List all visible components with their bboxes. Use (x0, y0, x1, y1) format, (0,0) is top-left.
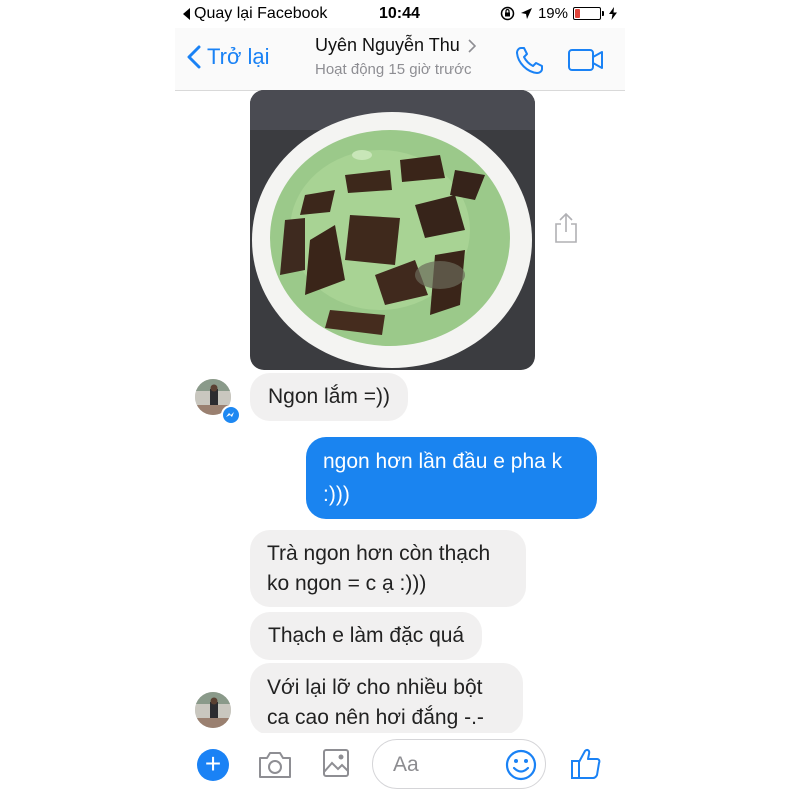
battery-percent: 19% (537, 5, 568, 22)
charging-icon (609, 7, 617, 20)
status-indicators: 19% (500, 5, 617, 22)
message-text-line: ngon hơn lần đầu e pha k (323, 450, 563, 473)
avatar[interactable] (195, 692, 231, 728)
chevron-left-icon (187, 45, 201, 69)
photo-message[interactable] (250, 90, 535, 370)
message-text-line: Trà ngon hơn còn thạch (267, 542, 491, 565)
messenger-screen: Quay lại Facebook 10:44 19% Trở lại Uyên… (175, 0, 625, 800)
message-bubble-incoming[interactable]: Trà ngon hơn còn thạch ko ngon = c ạ :))… (250, 530, 526, 607)
message-text-line: :))) (323, 483, 350, 506)
message-input-placeholder: Aa (393, 753, 419, 776)
back-button[interactable]: Trở lại (187, 44, 270, 70)
gallery-icon[interactable] (322, 748, 350, 778)
back-app-label: Quay lại Facebook (194, 5, 328, 22)
message-bubble-incoming[interactable]: Ngon lắm =)) (250, 373, 408, 421)
thumbs-up-icon[interactable] (570, 747, 602, 781)
location-icon (520, 8, 532, 19)
phone-icon[interactable] (513, 45, 545, 77)
battery-level (575, 9, 580, 18)
message-text: Thạch e làm đặc quá (268, 624, 465, 647)
camera-icon[interactable] (257, 750, 293, 780)
message-text-line: ko ngon = c ạ :))) (267, 572, 427, 595)
clock: 10:44 (379, 5, 420, 22)
drink-photo (250, 90, 535, 370)
message-text: Ngon lắm =)) (268, 385, 390, 408)
conversation-header: Trở lại Uyên Nguyễn Thu Hoạt động 15 giờ… (175, 28, 625, 91)
status-bar: Quay lại Facebook 10:44 19% (175, 0, 625, 28)
message-composer: + Aa (175, 733, 625, 800)
messenger-badge-icon (221, 405, 241, 425)
message-bubble-incoming[interactable]: Thạch e làm đặc quá (250, 612, 483, 660)
rotation-lock-icon (500, 6, 515, 21)
plus-icon[interactable]: + (197, 749, 229, 781)
video-camera-icon[interactable] (567, 48, 605, 72)
back-label: Trở lại (207, 44, 270, 69)
contact-info[interactable]: Uyên Nguyễn Thu Hoạt động 15 giờ trước (315, 35, 476, 78)
active-status: Hoạt động 15 giờ trước (315, 61, 472, 78)
message-text-line: Với lại lỡ cho nhiều bột (267, 676, 483, 699)
message-bubble-incoming[interactable]: Với lại lỡ cho nhiều bột ca cao nên hơi … (250, 663, 523, 735)
back-to-app-link[interactable]: Quay lại Facebook (183, 5, 327, 23)
message-bubble-outgoing[interactable]: ngon hơn lần đầu e pha k :))) (306, 437, 597, 519)
contact-name: Uyên Nguyễn Thu (315, 35, 460, 55)
share-icon[interactable] (553, 212, 579, 244)
message-text-line: ca cao nên hơi đắng -.- (267, 706, 484, 729)
emoji-icon[interactable] (505, 749, 537, 781)
back-triangle-icon (183, 8, 190, 20)
chevron-right-icon (468, 38, 476, 53)
battery-icon (573, 7, 604, 20)
contact-photo (195, 692, 231, 728)
